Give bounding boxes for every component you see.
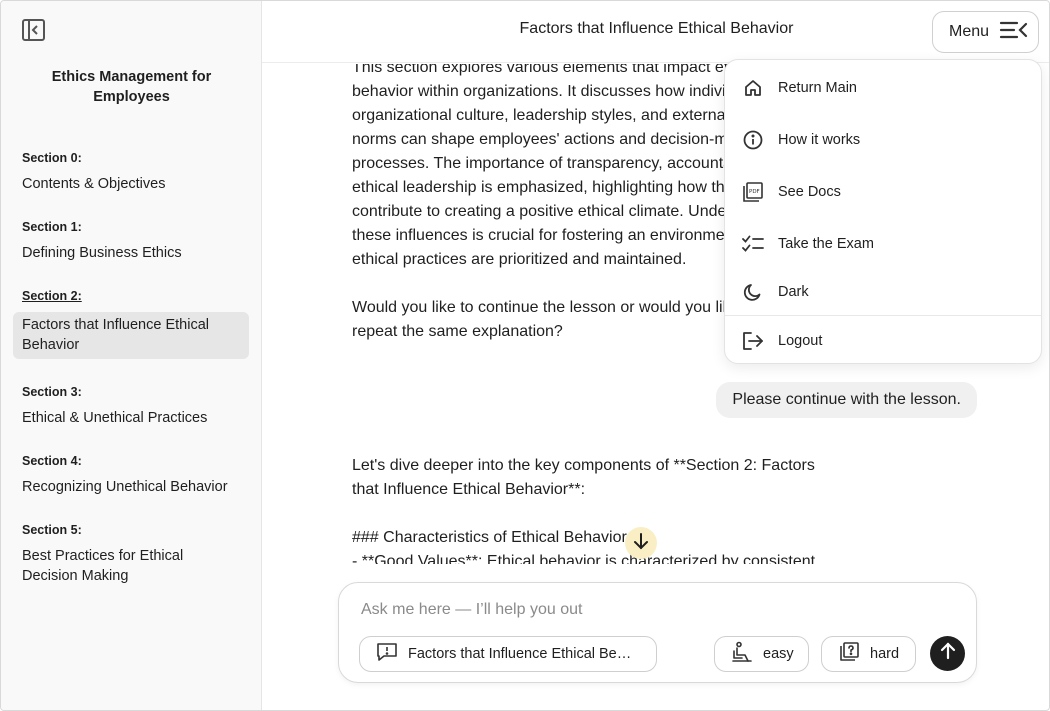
seat-icon [731,641,753,667]
hard-difficulty-button[interactable]: hard [821,636,916,672]
menu-item-logout[interactable]: Logout [725,321,1041,361]
menu-item-dark-mode[interactable]: Dark [725,272,1041,312]
logout-icon [742,330,764,352]
course-title: Ethics Management for Employees [51,69,212,105]
menu-button[interactable]: Menu [932,11,1039,53]
menu-item-how-it-works[interactable]: How it works [725,120,1041,160]
menu-item-take-exam[interactable]: Take the Exam [725,224,1041,264]
menu-item-label: Dark [778,284,809,300]
topic-chip-label: Factors that Influence Ethical Behavior [408,646,636,662]
section-name: Defining Business Ethics [22,245,182,261]
menu-item-label: Logout [778,333,823,349]
menu-item-see-docs[interactable]: PDF See Docs [725,172,1041,212]
menu-dropdown: Return Main How it works PDF See Docs Ta… [724,59,1042,364]
section-number: Section 3: [22,385,82,399]
easy-difficulty-button[interactable]: easy [714,636,809,672]
section-number: Section 5: [22,523,82,537]
arrow-up-icon [939,642,957,665]
question-stack-icon [838,641,860,667]
checklist-icon [742,233,764,255]
sidebar-item-section-2[interactable]: Section 2: Factors that Influence Ethica… [13,287,249,359]
sidebar: Ethics Management for Employees Section … [1,1,262,710]
message-icon [376,642,398,666]
menu-divider [725,315,1041,316]
user-message: Please continue with the lesson. [716,382,977,418]
menu-item-label: Return Main [778,80,857,96]
section-number: Section 4: [22,454,82,468]
home-icon [742,77,764,99]
pdf-icon: PDF [742,181,764,203]
section-name: Contents & Objectives [22,176,166,192]
arrow-down-icon [632,532,650,555]
section-number: Section 2: [22,289,82,303]
info-icon [742,129,764,151]
section-number: Section 1: [22,220,82,234]
header: Factors that Influence Ethical Behavior … [262,1,1049,63]
topic-chip[interactable]: Factors that Influence Ethical Behavior [359,636,657,672]
sidebar-item-section-5[interactable]: Section 5: Best Practices for Ethical De… [13,521,249,586]
section-name: Recognizing Unethical Behavior [22,479,228,495]
sidebar-item-section-4[interactable]: Section 4: Recognizing Unethical Behavio… [13,452,249,497]
svg-text:PDF: PDF [749,189,760,195]
section-number: Section 0: [22,151,82,165]
sidebar-item-section-1[interactable]: Section 1: Defining Business Ethics [13,218,249,263]
hard-label: hard [870,646,900,662]
sidebar-item-section-3[interactable]: Section 3: Ethical & Unethical Practices [13,383,249,428]
menu-item-label: See Docs [778,184,841,200]
menu-item-label: How it works [778,132,861,148]
assistant-message: Let's dive deeper into the key component… [352,457,816,564]
section-name: Best Practices for Ethical Decision Maki… [22,548,184,584]
chat-input[interactable] [361,601,951,619]
send-button[interactable] [930,636,965,671]
menu-collapse-icon [999,19,1029,46]
scroll-down-button[interactable] [625,527,657,559]
moon-icon [742,281,764,303]
sidebar-item-section-0[interactable]: Section 0: Contents & Objectives [13,149,249,194]
section-name: Factors that Influence Ethical Behavior [13,312,249,359]
menu-label: Menu [949,23,990,40]
assistant-message: This section explores various elements t… [352,64,768,340]
composer: Factors that Influence Ethical Behavior … [338,582,977,683]
menu-item-label: Take the Exam [778,236,874,252]
easy-label: easy [763,646,794,662]
app-window: Ethics Management for Employees Section … [0,0,1050,711]
sidebar-toggle-icon[interactable] [21,18,47,42]
section-list: Section 0: Contents & Objectives Section… [13,149,249,610]
menu-item-return-main[interactable]: Return Main [725,68,1041,108]
section-name: Ethical & Unethical Practices [22,410,208,426]
